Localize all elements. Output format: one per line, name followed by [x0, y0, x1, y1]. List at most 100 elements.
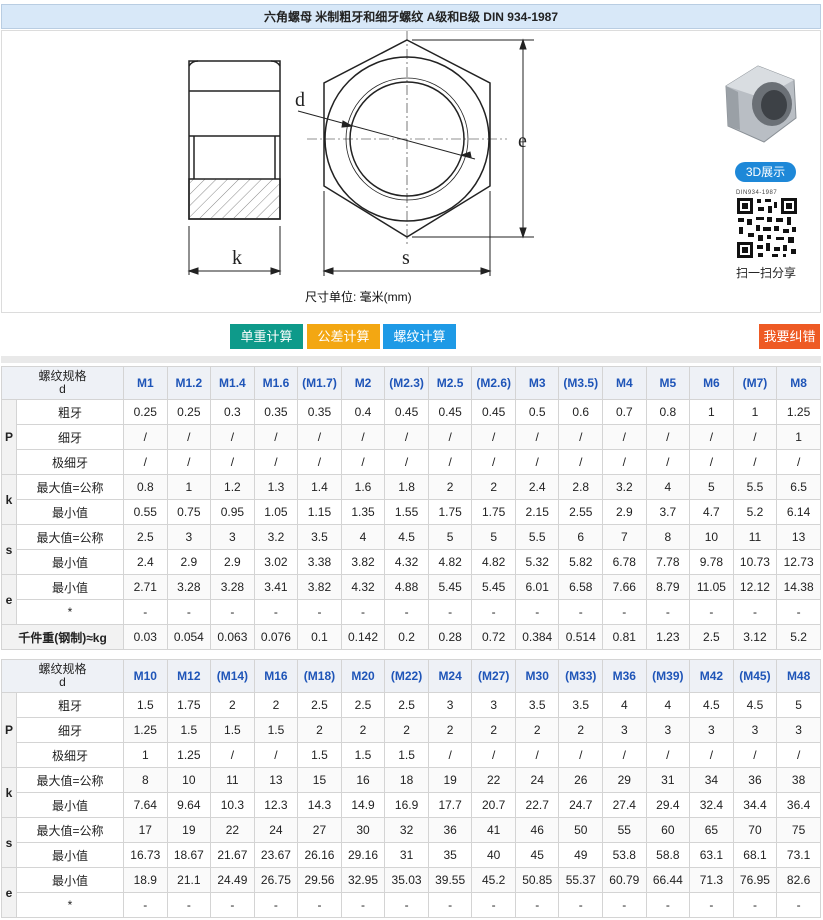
group-label-k: k	[1, 767, 17, 818]
size-header-cell: M5	[645, 366, 691, 400]
label-d: d	[295, 89, 305, 111]
table-cell: /	[166, 424, 212, 450]
table-cell: 18.67	[166, 842, 212, 868]
row-label: 粗牙	[15, 399, 125, 425]
size-header-cell: M2	[340, 366, 386, 400]
table-cell: /	[645, 424, 691, 450]
table-cell: 24	[253, 817, 299, 843]
nut-3d-render[interactable]	[716, 58, 800, 148]
table-cell: 0.063	[210, 624, 255, 650]
table-cell: 26	[558, 767, 604, 793]
table-cell: 0.95	[210, 499, 255, 525]
tolerance-calc-button[interactable]: 公差计算	[307, 324, 380, 349]
table-cell: /	[558, 449, 604, 475]
table-cell: 3	[602, 717, 647, 743]
table-cell: -	[558, 892, 604, 918]
table-cell: 11	[732, 524, 778, 550]
size-header-cell: (M14)	[210, 659, 255, 693]
table-cell: 3.5	[297, 524, 342, 550]
table-cell: 5.45	[471, 574, 516, 600]
size-header-cell: (M3.5)	[558, 366, 604, 400]
qr-caption: DIN934-1987	[736, 190, 778, 196]
table-cell: /	[558, 742, 604, 768]
page-title: 六角螺母 米制粗牙和细牙螺纹 A级和B级 DIN 934-1987	[1, 4, 821, 29]
table-cell: /	[253, 742, 299, 768]
table-header-row: 螺纹规格 d M10 M12 (M14) M16 (M18) M20 (M22) M24 (M27)…	[0, 659, 821, 693]
size-header-cell: M1	[123, 366, 168, 400]
thread-calc-button[interactable]: 螺纹计算	[383, 324, 456, 349]
table-cell: 6.78	[602, 549, 647, 575]
size-header-cell: (M45)	[732, 659, 778, 693]
table-row: * - - - - - - - - - - - - - - - -	[2, 599, 821, 625]
table-row: 细牙 1.25 1.5 1.5 1.5 2 2 2 2 2 2 2 3 3 3 3 3	[2, 717, 821, 743]
row-label: 最小值	[15, 549, 125, 575]
table-cell: 2	[471, 717, 516, 743]
table-cell: 0.6	[558, 399, 604, 425]
table-cell: 29.16	[340, 842, 386, 868]
report-error-button[interactable]: 我要纠错	[759, 324, 820, 349]
table-cell: 17.7	[427, 792, 473, 818]
group-label-s: s	[1, 817, 17, 868]
technical-drawing-panel: k d e s	[1, 30, 821, 313]
table-cell: -	[645, 892, 691, 918]
table-cell: 4.5	[732, 692, 778, 718]
table-cell: 2.5	[384, 692, 429, 718]
table-cell: 2	[427, 474, 473, 500]
size-header-cell: M1.6	[253, 366, 299, 400]
table-cell: -	[514, 599, 560, 625]
table-cell: 16.9	[384, 792, 429, 818]
hex-nut-drawing: k d e s	[187, 31, 534, 276]
unit-weight-calc-button[interactable]: 单重计算	[230, 324, 303, 349]
table-cell: 7.64	[123, 792, 168, 818]
table-cell: 2.4	[123, 549, 168, 575]
table-cell: 2.9	[602, 499, 647, 525]
table-cell: 2	[558, 717, 604, 743]
table-cell: /	[340, 424, 386, 450]
table-cell: 3.5	[514, 692, 560, 718]
table-cell: 5	[689, 474, 734, 500]
table-cell: 60	[645, 817, 691, 843]
table-cell: 58.8	[645, 842, 691, 868]
table-cell: 0.25	[166, 399, 212, 425]
table-row: k 最大值=公称 8 10 11 13 15 16 18 19 22 24 26 29 31 34 36 38	[1, 767, 821, 818]
table-cell: 8	[123, 767, 168, 793]
table-cell: 4.32	[384, 549, 429, 575]
table-cell: -	[514, 892, 560, 918]
table-cell: 14.38	[776, 574, 821, 600]
table-cell: 3.28	[210, 574, 255, 600]
table-cell: /	[558, 424, 604, 450]
table-cell: 0.8	[645, 399, 691, 425]
table-cell: /	[297, 424, 342, 450]
table-cell: /	[732, 449, 778, 475]
table-cell: 0.8	[123, 474, 168, 500]
table-cell: 3	[645, 717, 691, 743]
table-row: e 最小值 18.9 21.1 24.49 26.75 29.56 32.95 35.03 39.…	[1, 867, 821, 918]
table-cell: 46	[514, 817, 560, 843]
side-view	[188, 60, 281, 220]
table-row-mass: 千件重(钢制)≈kg 0.03 0.054 0.063 0.076 0.1 0.142 0.2…	[0, 624, 821, 650]
table-cell: 82.6	[776, 867, 821, 893]
size-header-cell: M36	[602, 659, 647, 693]
table-cell: 6.01	[514, 574, 560, 600]
table-cell: 0.45	[384, 399, 429, 425]
table-cell: 16	[340, 767, 386, 793]
table-cell: 40	[471, 842, 516, 868]
table-cell: 15	[297, 767, 342, 793]
size-header-cell: M42	[689, 659, 734, 693]
table-cell: 4.5	[384, 524, 429, 550]
table-cell: 30	[340, 817, 386, 843]
table-cell: 2	[210, 692, 255, 718]
row-label: 细牙	[15, 424, 125, 450]
table-cell: /	[776, 742, 821, 768]
table-cell: 29.56	[297, 867, 342, 893]
size-header-cell: (M2.6)	[471, 366, 516, 400]
table-cell: 1.6	[340, 474, 386, 500]
3d-display-button[interactable]: 3D展示	[735, 162, 796, 182]
table-row: * - - - - - - - - - - - - - - - -	[2, 892, 821, 918]
table-cell: /	[427, 449, 473, 475]
table-cell: 3	[427, 692, 473, 718]
table-cell: 26.75	[253, 867, 299, 893]
table-cell: /	[471, 742, 516, 768]
table-cell: -	[253, 892, 299, 918]
table-cell: 6.58	[558, 574, 604, 600]
